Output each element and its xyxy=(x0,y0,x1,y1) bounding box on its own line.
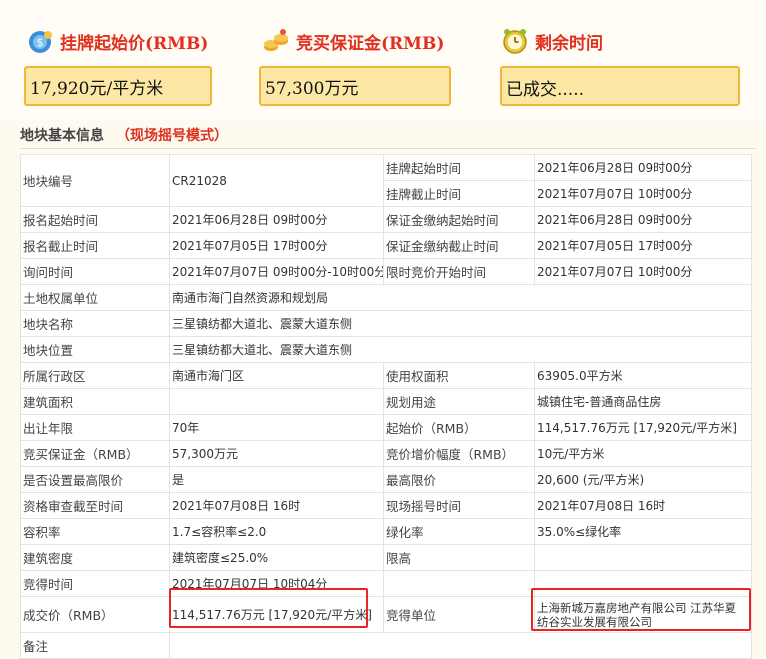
auction-mode-label: （现场摇号模式） xyxy=(116,128,228,144)
table-row: 竞买保证金（RMB） 57,300万元 竞价增价幅度（RMB） 10元/平方米 xyxy=(20,440,752,467)
table-row: 备注 xyxy=(20,632,752,659)
table-row: 容积率 1.7≤容积率≤2.0 绿化率 35.0%≤绿化率 xyxy=(20,518,752,545)
empty-cell xyxy=(383,570,535,597)
coins-icon xyxy=(262,27,290,55)
land-info-section-header: 地块基本信息 （现场摇号模式） xyxy=(20,122,755,149)
building-area-key: 建筑面积 xyxy=(20,388,170,415)
listing-start-time-key: 挂牌起始时间 xyxy=(383,154,535,181)
building-density-value: 建筑密度≤25.0% xyxy=(169,544,384,571)
green-ratio-value: 35.0%≤绿化率 xyxy=(534,518,752,545)
deposit-start-key: 保证金缴纳起始时间 xyxy=(383,206,535,233)
table-row: 报名起始时间 2021年06月28日 09时00分 保证金缴纳起始时间 2021… xyxy=(20,206,752,233)
max-price-set-key: 是否设置最高限价 xyxy=(20,466,170,493)
bid-increment-value: 10元/平方米 xyxy=(534,440,752,467)
deposit-header: 竞买保证金(RMB) xyxy=(262,24,444,58)
deposit-key: 竞买保证金（RMB） xyxy=(20,440,170,467)
building-density-key: 建筑密度 xyxy=(20,544,170,571)
start-price-cell: 114,517.76万元 [17,920元/平方米] xyxy=(534,414,752,441)
registration-end-value: 2021年07月05日 17时00分 xyxy=(169,232,384,259)
lottery-time-value: 2021年07月08日 16时 xyxy=(534,492,752,519)
deposit-end-key: 保证金缴纳截止时间 xyxy=(383,232,535,259)
award-time-key: 竞得时间 xyxy=(20,570,170,597)
table-row: 地块位置 三星镇纺都大道北、震蒙大道东侧 xyxy=(20,336,752,363)
parcel-name-value: 三星镇纺都大道北、震蒙大道东侧 xyxy=(169,310,752,337)
deposit-start-value: 2021年06月28日 09时00分 xyxy=(534,206,752,233)
money-bag-icon: $ xyxy=(26,27,54,55)
inquiry-time-value: 2021年07月07日 09时00分-10时00分 xyxy=(169,258,384,285)
start-price-header: $ 挂牌起始价(RMB) xyxy=(26,24,208,58)
land-info-table: 地块编号 CR21028 挂牌起始时间 2021年06月28日 09时00分 挂… xyxy=(20,154,752,659)
remarks-value xyxy=(169,632,752,659)
bidding-start-key: 限时竞价开始时间 xyxy=(383,258,535,285)
deposit-end-value: 2021年07月05日 17时00分 xyxy=(534,232,752,259)
deposit-cell: 57,300万元 xyxy=(169,440,384,467)
parcel-id-value: CR21028 xyxy=(169,154,384,207)
table-row: 所属行政区 南通市海门区 使用权面积 63905.0平方米 xyxy=(20,362,752,389)
bidding-start-value: 2021年07月07日 10时00分 xyxy=(534,258,752,285)
remaining-time-header: 剩余时间 xyxy=(501,24,603,58)
max-price-set-value: 是 xyxy=(169,466,384,493)
table-row: 地块编号 CR21028 挂牌起始时间 2021年06月28日 09时00分 xyxy=(20,154,752,207)
building-area-value xyxy=(169,388,384,415)
table-row: 出让年限 70年 起始价（RMB） 114,517.76万元 [17,920元/… xyxy=(20,414,752,441)
remaining-time-value: 已成交..... xyxy=(500,66,740,106)
section-title: 地块基本信息 xyxy=(20,128,104,144)
parcel-location-value: 三星镇纺都大道北、震蒙大道东侧 xyxy=(169,336,752,363)
table-row: 是否设置最高限价 是 最高限价 20,600 (元/平方米) xyxy=(20,466,752,493)
parcel-id-key: 地块编号 xyxy=(20,154,170,207)
qualification-deadline-key: 资格审查截至时间 xyxy=(20,492,170,519)
deposit-label: 竞买保证金(RMB) xyxy=(296,33,445,54)
height-limit-key: 限高 xyxy=(383,544,535,571)
svg-text:$: $ xyxy=(37,36,44,49)
table-row: 建筑密度 建筑密度≤25.0% 限高 xyxy=(20,544,752,571)
start-price-key: 起始价（RMB） xyxy=(383,414,535,441)
start-price-label: 挂牌起始价(RMB) xyxy=(60,33,209,54)
remaining-time-label: 剩余时间 xyxy=(535,33,603,54)
parcel-location-key: 地块位置 xyxy=(20,336,170,363)
green-ratio-key: 绿化率 xyxy=(383,518,535,545)
registration-end-key: 报名截止时间 xyxy=(20,232,170,259)
plot-ratio-value: 1.7≤容积率≤2.0 xyxy=(169,518,384,545)
max-price-key: 最高限价 xyxy=(383,466,535,493)
table-row: 资格审查截至时间 2021年07月08日 16时 现场摇号时间 2021年07月… xyxy=(20,492,752,519)
listing-end-time-key: 挂牌截止时间 xyxy=(383,180,535,207)
registration-start-key: 报名起始时间 xyxy=(20,206,170,233)
table-row: 土地权属单位 南通市海门自然资源和规划局 xyxy=(20,284,752,311)
alarm-clock-icon xyxy=(501,27,529,55)
use-area-value: 63905.0平方米 xyxy=(534,362,752,389)
bid-increment-key: 竞价增价幅度（RMB） xyxy=(383,440,535,467)
listing-start-time-value: 2021年06月28日 09时00分 xyxy=(534,154,752,181)
table-row: 报名截止时间 2021年07月05日 17时00分 保证金缴纳截止时间 2021… xyxy=(20,232,752,259)
district-key: 所属行政区 xyxy=(20,362,170,389)
planned-use-key: 规划用途 xyxy=(383,388,535,415)
lottery-time-key: 现场摇号时间 xyxy=(383,492,535,519)
district-value: 南通市海门区 xyxy=(169,362,384,389)
max-price-value: 20,600 (元/平方米) xyxy=(534,466,752,493)
listing-end-time-value: 2021年07月07日 10时00分 xyxy=(534,180,752,207)
deal-price-key: 成交价（RMB） xyxy=(20,596,170,633)
plot-ratio-key: 容积率 xyxy=(20,518,170,545)
table-row: 建筑面积 规划用途 城镇住宅-普通商品住房 xyxy=(20,388,752,415)
table-row: 询问时间 2021年07月07日 09时00分-10时00分 限时竞价开始时间 … xyxy=(20,258,752,285)
land-owner-key: 土地权属单位 xyxy=(20,284,170,311)
deposit-value: 57,300万元 xyxy=(259,66,451,106)
planned-use-value: 城镇住宅-普通商品住房 xyxy=(534,388,752,415)
qualification-deadline-value: 2021年07月08日 16时 xyxy=(169,492,384,519)
remarks-key: 备注 xyxy=(20,632,170,659)
winner-key: 竞得单位 xyxy=(383,596,535,633)
winner-highlight xyxy=(531,588,751,631)
land-owner-value: 南通市海门自然资源和规划局 xyxy=(169,284,752,311)
inquiry-time-key: 询问时间 xyxy=(20,258,170,285)
start-price-value: 17,920元/平方米 xyxy=(24,66,212,106)
use-area-key: 使用权面积 xyxy=(383,362,535,389)
table-row: 地块名称 三星镇纺都大道北、震蒙大道东侧 xyxy=(20,310,752,337)
registration-start-value: 2021年06月28日 09时00分 xyxy=(169,206,384,233)
parcel-name-key: 地块名称 xyxy=(20,310,170,337)
height-limit-value xyxy=(534,544,752,571)
lease-term-key: 出让年限 xyxy=(20,414,170,441)
lease-term-value: 70年 xyxy=(169,414,384,441)
deal-price-highlight xyxy=(169,588,368,628)
